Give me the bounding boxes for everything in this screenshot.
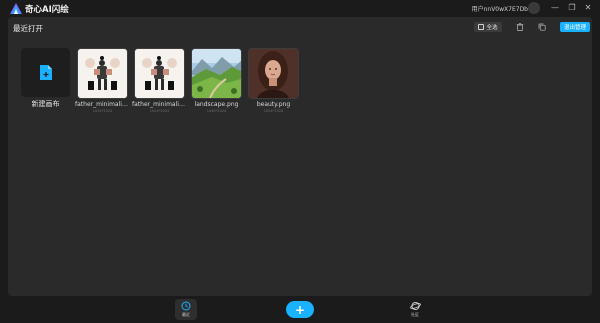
planet-icon xyxy=(409,301,421,311)
item-label: father_minimalist_s... xyxy=(75,101,130,108)
new-canvas-item[interactable]: 新建画布 xyxy=(20,48,71,113)
file-thumbnail[interactable] xyxy=(248,48,299,99)
recent-file-item[interactable]: landscape.png 1440*1024 xyxy=(191,48,242,113)
nav-recent-label: 最近 xyxy=(182,312,190,317)
bottom-nav: 最近 + 社区 xyxy=(0,296,600,323)
trash-icon[interactable] xyxy=(516,23,524,31)
file-thumbnail[interactable] xyxy=(134,48,185,99)
recent-file-item[interactable]: beauty.png 1024*1024 xyxy=(248,48,299,113)
item-label: father_minimalist_s... xyxy=(132,101,187,108)
user-name[interactable]: 用户nnV0wX7E7Db xyxy=(472,4,528,13)
item-label: 新建画布 xyxy=(31,100,60,108)
father-illustration-image xyxy=(135,49,184,98)
checkbox-icon xyxy=(478,24,485,30)
exit-manage-button[interactable]: 退出管理 xyxy=(560,22,590,32)
item-dimensions: 1024*1024 xyxy=(92,109,113,113)
select-all-button[interactable]: 全选 xyxy=(474,22,502,32)
item-label: landscape.png xyxy=(194,101,239,108)
landscape-image xyxy=(192,49,241,98)
recent-grid: 新建画布 father_minimalist 1024*1024 father_… xyxy=(20,48,299,113)
item-dimensions: 1440*1024 xyxy=(206,109,227,113)
portrait-image xyxy=(249,49,298,98)
nav-community-label: 社区 xyxy=(411,312,419,317)
title-bar: 奇心AI闪绘 用户nnV0wX7E7Db — ❐ ✕ xyxy=(0,0,600,17)
app-title: 奇心AI闪绘 xyxy=(25,5,69,15)
recent-file-item[interactable]: father_minimalist_s... 1024*1024 xyxy=(132,48,187,113)
new-canvas-thumb[interactable] xyxy=(21,48,70,97)
close-icon[interactable]: ✕ xyxy=(582,2,594,14)
item-dimensions: 1024*1024 xyxy=(263,109,284,113)
add-button[interactable]: + xyxy=(286,301,314,318)
history-icon xyxy=(181,301,191,311)
nav-community-button[interactable]: 社区 xyxy=(404,299,426,320)
copy-icon[interactable] xyxy=(538,23,546,31)
page-title: 最近打开 xyxy=(13,24,43,33)
file-thumbnail[interactable] xyxy=(191,48,242,99)
minimize-icon[interactable]: — xyxy=(549,2,561,14)
app-logo-icon xyxy=(10,3,22,14)
file-thumbnail[interactable] xyxy=(77,48,128,99)
restore-icon[interactable]: ❐ xyxy=(566,2,578,14)
father-illustration-image xyxy=(78,49,127,98)
item-dimensions: 1024*1024 xyxy=(149,109,170,113)
select-all-label: 全选 xyxy=(486,25,498,31)
recent-file-item[interactable]: father_minimalist_s... 1024*1024 xyxy=(75,48,130,113)
item-label: beauty.png xyxy=(256,101,291,108)
main-panel: 最近打开 全选 退出管理 新建画布 father_minimalist 1024… xyxy=(8,17,592,296)
new-file-icon xyxy=(39,65,52,80)
avatar[interactable] xyxy=(528,2,540,14)
nav-recent-button[interactable]: 最近 xyxy=(175,299,197,320)
